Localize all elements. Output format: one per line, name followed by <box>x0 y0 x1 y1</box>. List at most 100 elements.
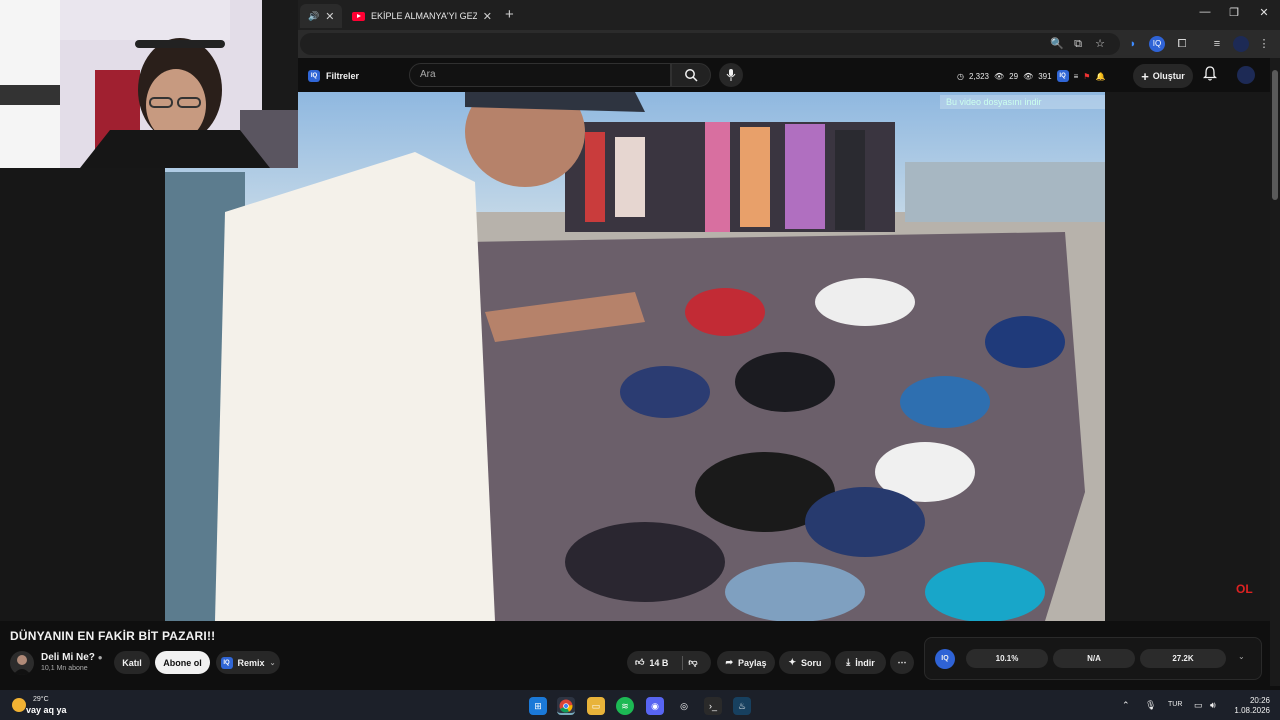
dislike-icon[interactable]: 👎︎ <box>688 657 697 668</box>
more-actions-button[interactable]: ⋯ <box>890 651 914 674</box>
channel-name[interactable]: Deli Mi Ne? ● <box>41 652 103 663</box>
join-button[interactable]: Katıl <box>114 651 150 674</box>
iq-icon: IQ <box>220 656 233 669</box>
file-explorer-icon[interactable]: ▭ <box>587 697 605 715</box>
weather-sun-icon[interactable] <box>12 698 26 712</box>
bookmark-star-icon[interactable]: ☆ <box>1092 36 1108 52</box>
share-icon: ➦ <box>725 657 733 667</box>
network-icon[interactable]: ▭ <box>1194 700 1203 711</box>
terminal-icon[interactable]: ›_ <box>704 697 722 715</box>
video-frame <box>165 92 1105 621</box>
iq-stat-percent: 10.1% <box>966 649 1048 668</box>
stat-other: 391 <box>1038 71 1052 81</box>
search-button[interactable] <box>671 63 711 87</box>
account-avatar[interactable] <box>1237 66 1255 84</box>
clock-icon: ◷ <box>957 71 964 81</box>
like-count[interactable]: 14 B <box>649 658 677 668</box>
spotify-icon[interactable]: ≋ <box>616 697 634 715</box>
voice-search-button[interactable] <box>719 63 743 87</box>
chrome-icon[interactable] <box>557 697 575 715</box>
discord-icon[interactable]: ◉ <box>646 697 664 715</box>
cast-icon[interactable]: ⧉ <box>1070 36 1086 52</box>
flag-icon[interactable]: ⚑ <box>1083 72 1090 81</box>
new-tab-button[interactable]: + <box>505 6 514 23</box>
system-clock[interactable]: 20:26 1.08.2026 <box>1234 696 1270 716</box>
share-label: Paylaş <box>738 657 767 668</box>
steam-icon[interactable]: ♨ <box>733 697 751 715</box>
tab-title: EKİPLE ALMANYA'YI GEZİYORUZ <box>371 11 477 21</box>
minimize-icon[interactable]: — <box>1190 6 1220 18</box>
windows-taskbar <box>0 690 1280 720</box>
remix-label: Remix <box>237 657 265 668</box>
input-language[interactable]: TUR <box>1168 701 1182 708</box>
channel-name-label[interactable]: Deli Mi Ne? <box>41 652 95 663</box>
tab-search-icon[interactable]: ≡ <box>1209 36 1225 52</box>
profile-icon[interactable] <box>1233 36 1249 52</box>
audio-extension-icon[interactable]: ◗ <box>1125 36 1141 52</box>
channel-watermark: OL <box>1236 582 1253 596</box>
weather-temperature[interactable]: 29°C <box>33 696 49 703</box>
chevron-down-icon[interactable]: ⌄ <box>1238 652 1245 661</box>
search-input[interactable]: Ara <box>409 63 671 87</box>
stat-watching: 29 <box>1009 71 1019 81</box>
github-icon[interactable]: ◎ <box>675 697 693 715</box>
verified-icon: ● <box>97 653 103 662</box>
video-player[interactable] <box>165 92 1105 621</box>
extensions-icon[interactable]: ⧠ <box>1174 36 1190 52</box>
channel-avatar[interactable] <box>10 651 34 675</box>
like-icon[interactable]: 👍︎ <box>635 657 644 668</box>
youtube-favicon-icon <box>352 11 365 21</box>
iq-icon[interactable]: IQ <box>1056 70 1069 82</box>
iq-icon: IQ <box>308 70 320 82</box>
download-icon: ⤓ <box>846 657 851 667</box>
download-label: İndir <box>855 657 875 668</box>
weather-description[interactable]: vay aq ya <box>26 705 67 715</box>
right-panel <box>1105 92 1270 621</box>
close-tab-icon[interactable]: ✕ <box>483 10 492 23</box>
windows-start-icon[interactable]: ⊞ <box>529 697 547 715</box>
notifications-icon[interactable] <box>1202 66 1218 84</box>
scrollbar-thumb[interactable] <box>1272 70 1278 200</box>
menu-icon[interactable]: ⋮ <box>1256 36 1272 52</box>
iq-stat-count: 27.2K <box>1140 649 1226 668</box>
eye-icon: 👁 <box>994 71 1005 81</box>
iq-extension-icon[interactable]: IQ <box>1149 36 1165 52</box>
chevron-down-icon: ⌄ <box>269 659 276 667</box>
download-video-banner[interactable]: Bu video dosyasını indir <box>940 95 1105 109</box>
eye-icon: 👁 <box>1023 71 1034 81</box>
microphone-tray-icon[interactable]: 🎙︎ <box>1145 700 1156 711</box>
filters-label: Filtreler <box>326 71 360 81</box>
create-button[interactable]: + Oluştur <box>1133 64 1193 88</box>
chevron-up-icon[interactable]: ⌃ <box>1122 700 1130 711</box>
subscribe-button[interactable]: Abone ol <box>155 651 210 674</box>
search-icon <box>685 69 698 82</box>
iq-stats-bar: ◷ 2,323 👁 29 👁 391 IQ ≡ ⚑ 🔔 <box>957 70 1105 82</box>
microphone-icon <box>726 69 736 81</box>
iq-logo-icon[interactable]: IQ <box>935 649 955 669</box>
clock-time: 20:26 <box>1249 696 1270 705</box>
browser-tab-audio[interactable]: 🔊 ✕ <box>300 4 342 28</box>
like-dislike-group[interactable]: 👍︎ 14 B 👎︎ <box>627 651 711 674</box>
restore-icon[interactable]: ❐ <box>1219 6 1249 19</box>
streamer-webcam <box>0 0 298 168</box>
close-tab-icon[interactable]: ✕ <box>325 10 334 23</box>
speaker-icon[interactable]: 🔊 <box>308 11 319 22</box>
left-panel <box>0 168 165 621</box>
download-button[interactable]: ⤓ İndir <box>835 651 886 674</box>
browser-tab-youtube[interactable]: EKİPLE ALMANYA'YI GEZİYORUZ ✕ <box>344 4 500 28</box>
remix-button[interactable]: IQ Remix ⌄ <box>216 651 280 674</box>
sparkle-icon: ✦ <box>788 657 797 667</box>
create-label: Oluştur <box>1152 71 1185 81</box>
address-bar[interactable] <box>300 33 1120 55</box>
share-button[interactable]: ➦ Paylaş <box>717 651 775 674</box>
bell-small-icon[interactable]: 🔔 <box>1095 72 1105 81</box>
iq-stat-na: N/A <box>1053 649 1135 668</box>
ask-button[interactable]: ✦ Soru <box>779 651 831 674</box>
ask-label: Soru <box>801 657 822 668</box>
close-window-icon[interactable]: ✕ <box>1249 6 1279 19</box>
clock-date: 1.08.2026 <box>1234 706 1270 715</box>
filters-button[interactable]: IQ Filtreler <box>308 66 359 86</box>
list-icon[interactable]: ≡ <box>1074 72 1079 81</box>
volume-icon[interactable]: 🔊︎ <box>1210 700 1216 711</box>
zoom-icon[interactable]: 🔍 <box>1049 36 1065 52</box>
